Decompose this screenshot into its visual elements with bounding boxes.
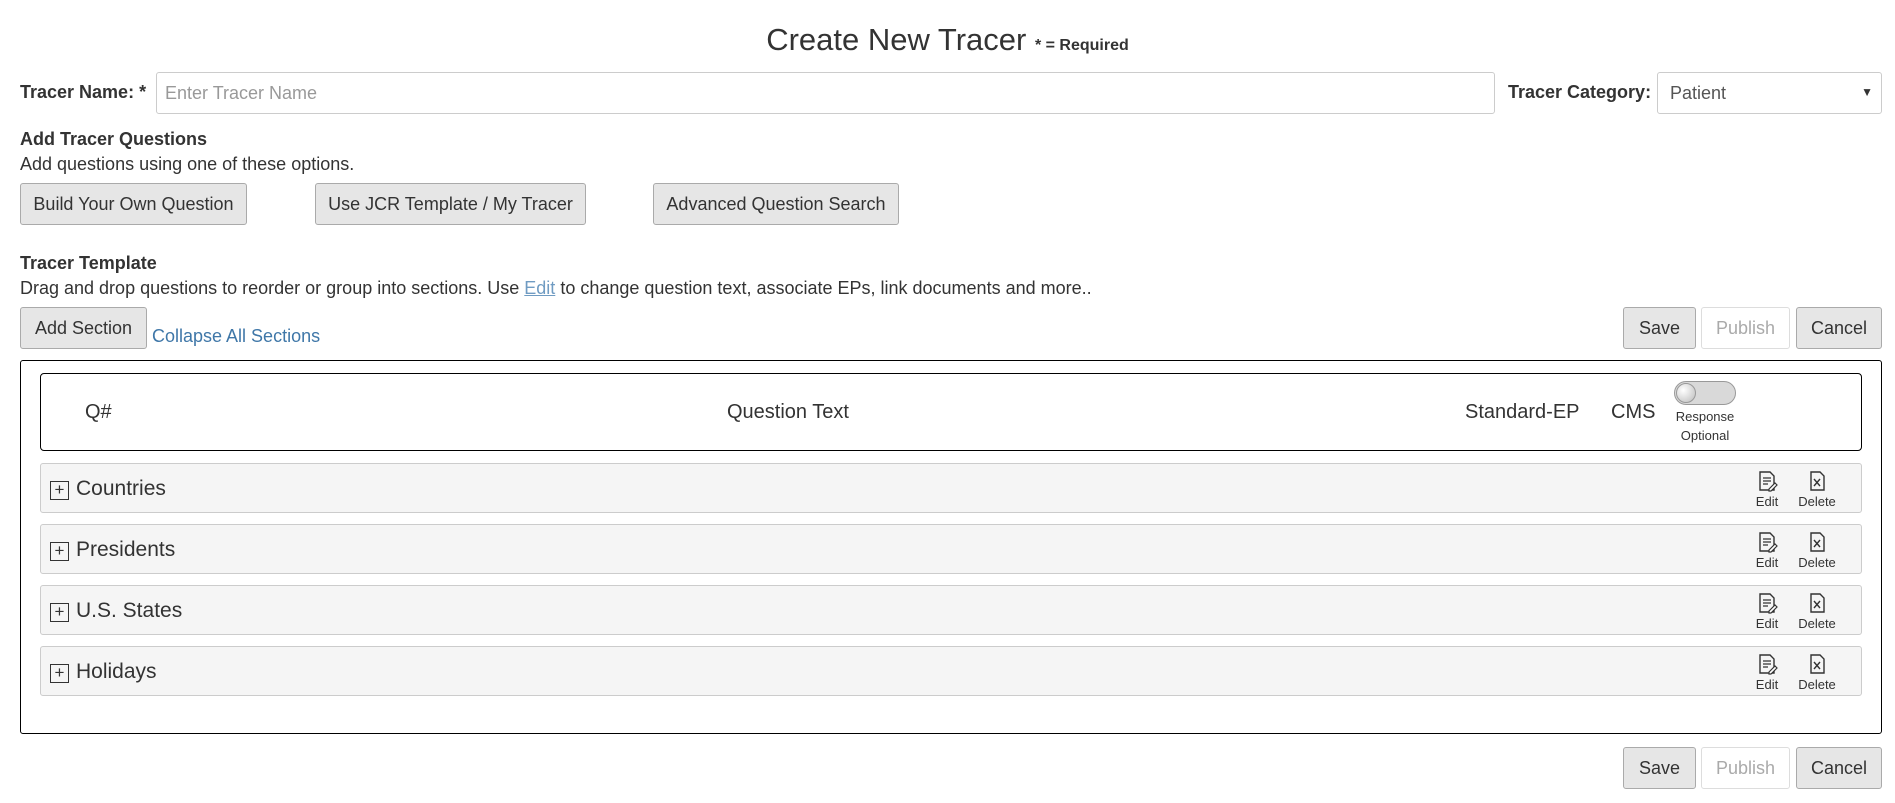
collapse-all-sections-link[interactable]: Collapse All Sections	[152, 326, 320, 347]
tracer-category-label: Tracer Category:	[1508, 82, 1652, 102]
edit-label: Edit	[1755, 616, 1779, 631]
tracer-template-heading: Tracer Template	[20, 253, 157, 273]
delete-label: Delete	[1798, 494, 1836, 509]
footer-save-button[interactable]: Save	[1623, 747, 1696, 789]
publish-button[interactable]: Publish	[1701, 307, 1790, 349]
delete-section-button[interactable]: Delete	[1792, 592, 1842, 631]
section-title: U.S. States	[76, 599, 183, 622]
delete-label: Delete	[1798, 677, 1836, 692]
page-title: Create New Tracer * = Required	[0, 22, 1895, 58]
toggle-knob	[1676, 383, 1696, 403]
use-jcr-template-button[interactable]: Use JCR Template / My Tracer	[315, 183, 586, 225]
expand-icon[interactable]: +	[50, 481, 69, 500]
tracer-template-description: Drag and drop questions to reorder or gr…	[20, 278, 1092, 299]
add-section-button[interactable]: Add Section	[20, 307, 147, 349]
delete-section-button[interactable]: Delete	[1792, 531, 1842, 570]
edit-icon	[1759, 593, 1778, 614]
tracer-name-input[interactable]	[156, 72, 1495, 114]
footer-cancel-button[interactable]: Cancel	[1796, 747, 1882, 789]
edit-icon	[1759, 654, 1778, 675]
section-title: Presidents	[76, 538, 176, 561]
template-desc-after: to change question text, associate EPs, …	[555, 278, 1092, 298]
response-optional-label: Response Optional	[1665, 407, 1745, 445]
toggle-label-line2: Optional	[1680, 428, 1730, 443]
chevron-down-icon: ▼	[1861, 85, 1873, 99]
expand-icon[interactable]: +	[50, 542, 69, 561]
tracer-category-value: Patient	[1670, 83, 1727, 103]
question-table-header	[40, 373, 1862, 451]
add-questions-description: Add questions using one of these options…	[20, 154, 355, 174]
delete-icon	[1810, 654, 1825, 674]
delete-section-button[interactable]: Delete	[1792, 470, 1842, 509]
delete-label: Delete	[1798, 616, 1836, 631]
tracer-name-label: Tracer Name: *	[20, 82, 147, 102]
cancel-button[interactable]: Cancel	[1796, 307, 1882, 349]
edit-section-button[interactable]: Edit	[1742, 531, 1792, 570]
add-questions-heading: Add Tracer Questions	[20, 129, 208, 149]
delete-icon	[1810, 593, 1825, 613]
standard-ep-header: Standard-EP	[1465, 401, 1580, 423]
section-row[interactable]: + Presidents Edit Delete	[40, 524, 1862, 574]
footer-publish-button[interactable]: Publish	[1701, 747, 1790, 789]
edit-section-button[interactable]: Edit	[1742, 653, 1792, 692]
q-number-header: Q#	[85, 401, 112, 423]
edit-label: Edit	[1755, 555, 1779, 570]
delete-label: Delete	[1798, 555, 1836, 570]
edit-icon	[1759, 471, 1778, 492]
edit-section-button[interactable]: Edit	[1742, 592, 1792, 631]
page-title-text: Create New Tracer	[766, 22, 1027, 57]
edit-section-button[interactable]: Edit	[1742, 470, 1792, 509]
section-title: Countries	[76, 477, 166, 500]
delete-section-button[interactable]: Delete	[1792, 653, 1842, 692]
edit-label: Edit	[1755, 677, 1779, 692]
tracer-category-select[interactable]: Patient ▼	[1657, 72, 1882, 114]
delete-icon	[1810, 532, 1825, 552]
edit-icon	[1759, 532, 1778, 553]
build-your-own-question-button[interactable]: Build Your Own Question	[20, 183, 247, 225]
question-text-header: Question Text	[727, 401, 849, 423]
advanced-question-search-button[interactable]: Advanced Question Search	[653, 183, 899, 225]
section-row[interactable]: + Countries Edit Delete	[40, 463, 1862, 513]
section-row[interactable]: + U.S. States Edit Delete	[40, 585, 1862, 635]
edit-label: Edit	[1755, 494, 1779, 509]
expand-icon[interactable]: +	[50, 664, 69, 683]
section-row[interactable]: + Holidays Edit Delete	[40, 646, 1862, 696]
cms-header: CMS	[1611, 401, 1656, 423]
response-optional-toggle[interactable]	[1674, 381, 1736, 405]
section-title: Holidays	[76, 660, 157, 683]
edit-link[interactable]: Edit	[524, 278, 555, 298]
expand-icon[interactable]: +	[50, 603, 69, 622]
toggle-label-line1: Response	[1675, 409, 1735, 424]
required-note: * = Required	[1034, 37, 1129, 54]
save-button[interactable]: Save	[1623, 307, 1696, 349]
template-desc-before: Drag and drop questions to reorder or gr…	[20, 278, 525, 298]
delete-icon	[1810, 471, 1825, 491]
